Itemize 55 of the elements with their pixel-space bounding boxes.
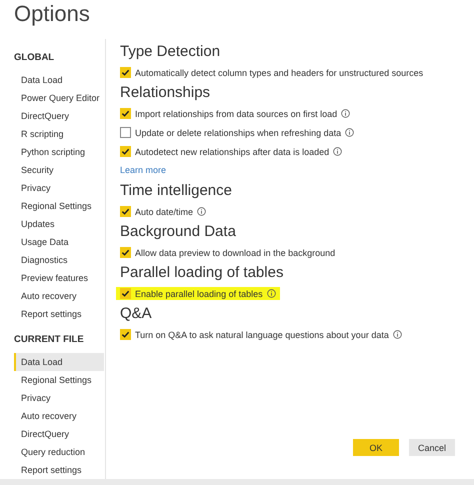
checkbox[interactable]: [120, 146, 131, 157]
checkbox[interactable]: [120, 67, 131, 78]
checkbox[interactable]: [120, 329, 131, 340]
section-heading: Relationships: [120, 83, 212, 103]
window-title: Options: [13, 0, 91, 28]
sidebar-item[interactable]: Regional Settings: [14, 371, 104, 389]
option-label: Allow data preview to download in the background: [135, 248, 336, 258]
option-label: Enable parallel loading of tables: [135, 288, 263, 298]
checkbox[interactable]: [120, 206, 131, 217]
info-icon[interactable]: [266, 289, 276, 298]
sidebar-item[interactable]: Privacy: [14, 179, 104, 197]
sidebar-item[interactable]: Data Load: [14, 353, 104, 371]
sidebar-item[interactable]: Updates: [14, 215, 104, 233]
sidebar-heading: GLOBAL: [14, 51, 56, 65]
section-heading: Parallel loading of tables: [120, 263, 284, 283]
sidebar-item[interactable]: DirectQuery: [14, 425, 104, 443]
sidebar-item[interactable]: Auto recovery: [14, 287, 104, 305]
sidebar-item[interactable]: Report settings: [14, 461, 104, 479]
info-icon[interactable]: [197, 207, 206, 216]
section-heading: Background Data: [120, 222, 237, 242]
cancel-button[interactable]: Cancel: [409, 439, 455, 456]
section-heading: Time intelligence: [120, 181, 233, 201]
ok-button[interactable]: OK: [353, 439, 399, 456]
sidebar-item[interactable]: DirectQuery: [14, 107, 104, 125]
sidebar-item[interactable]: Report settings: [14, 305, 104, 323]
sidebar-item[interactable]: Data Load: [14, 71, 104, 89]
sidebar-item[interactable]: Power Query Editor: [14, 89, 104, 107]
section-heading: Type Detection: [120, 42, 222, 62]
option-label: Automatically detect column types and headers for unstructured sources: [135, 68, 424, 78]
sidebar-item[interactable]: Regional Settings: [14, 197, 104, 215]
info-icon[interactable]: [345, 128, 354, 137]
option-label: Autodetect new relationships after data is loaded: [135, 146, 330, 156]
option-label: Import relationships from data sources on first load: [135, 108, 338, 118]
sidebar-item[interactable]: Privacy: [14, 389, 104, 407]
option-label: Turn on Q&A to ask natural language questions about your data: [135, 330, 389, 340]
sidebar-item[interactable]: Auto recovery: [14, 407, 104, 425]
option-label: Auto date/time: [135, 206, 194, 216]
section-heading: Q&A: [120, 304, 153, 324]
sidebar-item[interactable]: Usage Data: [14, 233, 104, 251]
info-icon[interactable]: [333, 147, 342, 156]
info-icon[interactable]: [341, 109, 350, 118]
checkbox[interactable]: [120, 127, 131, 138]
learn-more-link[interactable]: Learn more: [120, 161, 474, 180]
checkbox[interactable]: [120, 108, 131, 119]
sidebar-item[interactable]: Python scripting: [14, 143, 104, 161]
sidebar-item[interactable]: Query reduction: [14, 443, 104, 461]
sidebar-item[interactable]: Diagnostics: [14, 251, 104, 269]
sidebar-item[interactable]: R scripting: [14, 125, 104, 143]
checkbox[interactable]: [120, 247, 131, 258]
sidebar-heading: CURRENT FILE: [14, 333, 85, 347]
sidebar-item[interactable]: Preview features: [14, 269, 104, 287]
info-icon[interactable]: [392, 330, 402, 339]
option-label: Update or delete relationships when refreshing data: [135, 128, 342, 138]
checkbox[interactable]: [120, 288, 131, 299]
sidebar-item[interactable]: Security: [14, 161, 104, 179]
